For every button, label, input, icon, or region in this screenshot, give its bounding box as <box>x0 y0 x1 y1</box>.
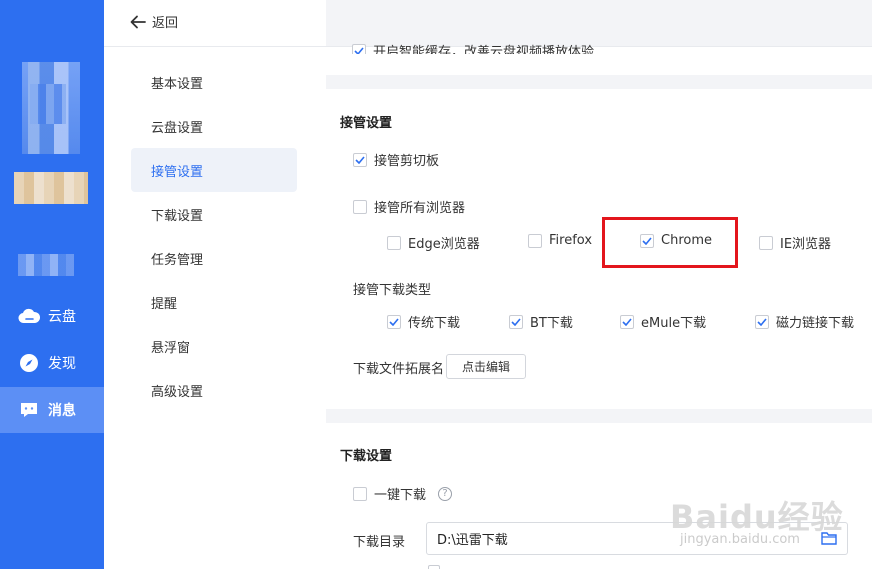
nav-item-cloud[interactable]: 云盘设置 <box>131 104 297 148</box>
clipboard-takeover-row[interactable]: 接管剪切板 <box>353 150 439 169</box>
cloud-icon <box>18 305 40 327</box>
back-label: 返回 <box>152 16 179 31</box>
nav-item-label: 任务管理 <box>151 252 204 268</box>
section-title-takeover: 接管设置 <box>340 116 393 131</box>
smart-cache-row[interactable]: 开启智能缓存，改善云盘视频播放体验 <box>352 36 594 54</box>
download-type-emule[interactable]: eMule下载 <box>620 312 706 331</box>
nav-item-takeover[interactable]: 接管设置 <box>131 148 297 192</box>
clipboard-label: 接管剪切板 <box>374 154 440 169</box>
bt-checkbox[interactable] <box>509 314 523 329</box>
nav-item-floating-window[interactable]: 悬浮窗 <box>131 324 297 368</box>
nav-item-advanced[interactable]: 高级设置 <box>131 368 297 412</box>
traditional-checkbox[interactable] <box>387 314 401 329</box>
rail-item-label: 云盘 <box>48 309 76 325</box>
chrome-highlight-box <box>602 217 738 268</box>
nav-item-label: 悬浮窗 <box>151 340 191 356</box>
ie-label: IE浏览器 <box>780 237 832 252</box>
one-click-label: 一键下载 <box>374 488 427 503</box>
nav-item-download[interactable]: 下载设置 <box>131 192 297 236</box>
firefox-checkbox[interactable] <box>528 233 542 248</box>
download-dir-input[interactable]: D:\迅雷下载 <box>426 522 848 555</box>
edit-extensions-button[interactable]: 点击编辑 <box>446 354 526 379</box>
nav-item-tasks[interactable]: 任务管理 <box>131 236 297 280</box>
download-dir-value: D:\迅雷下载 <box>437 533 508 548</box>
download-type-bt[interactable]: BT下载 <box>509 312 573 331</box>
file-extension-label: 下载文件拓展名 <box>353 362 445 377</box>
ie-checkbox[interactable] <box>759 235 773 250</box>
download-dir-label: 下载目录 <box>353 535 406 550</box>
traditional-label: 传统下载 <box>408 316 461 331</box>
nav-item-label: 云盘设置 <box>151 120 204 136</box>
magnet-label: 磁力链接下载 <box>776 316 855 331</box>
one-click-checkbox[interactable] <box>353 486 367 501</box>
nav-item-label: 基本设置 <box>151 76 204 92</box>
help-icon[interactable]: ? <box>438 486 453 501</box>
smart-cache-label: 开启智能缓存，改善云盘视频播放体验 <box>373 45 595 54</box>
message-icon <box>18 399 40 421</box>
nav-item-reminder[interactable]: 提醒 <box>131 280 297 324</box>
rail-item-messages[interactable]: 消息 <box>0 387 104 433</box>
download-types-label: 接管下载类型 <box>353 283 432 298</box>
all-browsers-checkbox[interactable] <box>353 199 367 214</box>
section-title-download: 下载设置 <box>340 449 393 464</box>
arrow-left-icon <box>130 15 146 28</box>
emule-label: eMule下载 <box>641 316 707 331</box>
rail-item-label: 发现 <box>48 356 76 372</box>
folder-icon[interactable] <box>821 531 837 549</box>
nav-item-label: 接管设置 <box>151 164 204 180</box>
smart-cache-checkbox[interactable] <box>352 43 366 54</box>
browser-option-firefox[interactable]: Firefox <box>528 233 592 248</box>
nav-item-label: 高级设置 <box>151 384 204 400</box>
rail-item-label: 消息 <box>48 403 76 419</box>
user-level-blurred <box>18 254 74 276</box>
browser-option-ie[interactable]: IE浏览器 <box>759 233 831 252</box>
one-click-download-row[interactable]: 一键下载 ? <box>353 484 453 503</box>
bt-label: BT下载 <box>530 316 573 331</box>
magnet-checkbox[interactable] <box>755 314 769 329</box>
compass-icon <box>18 352 40 374</box>
all-browsers-label: 接管所有浏览器 <box>374 201 466 216</box>
nav-item-label: 下载设置 <box>151 208 204 224</box>
clipboard-checkbox[interactable] <box>353 152 367 167</box>
app-sidebar: 云盘 发现 消息 <box>0 0 104 569</box>
rail-item-discover[interactable]: 发现 <box>0 340 104 386</box>
all-browsers-row[interactable]: 接管所有浏览器 <box>353 197 465 216</box>
download-type-magnet[interactable]: 磁力链接下载 <box>755 312 854 331</box>
back-button[interactable]: 返回 <box>130 12 178 31</box>
rail-item-cloud[interactable]: 云盘 <box>0 293 104 339</box>
nav-item-basic[interactable]: 基本设置 <box>131 60 297 104</box>
firefox-label: Firefox <box>549 233 593 248</box>
partial-checkbox-cut <box>428 565 440 569</box>
emule-checkbox[interactable] <box>620 314 634 329</box>
nav-item-label: 提醒 <box>151 296 178 312</box>
avatar[interactable] <box>22 62 80 154</box>
edge-label: Edge浏览器 <box>408 237 480 252</box>
browser-option-edge[interactable]: Edge浏览器 <box>387 233 480 252</box>
download-type-traditional[interactable]: 传统下载 <box>387 312 460 331</box>
edge-checkbox[interactable] <box>387 235 401 250</box>
username-blurred <box>14 172 88 204</box>
